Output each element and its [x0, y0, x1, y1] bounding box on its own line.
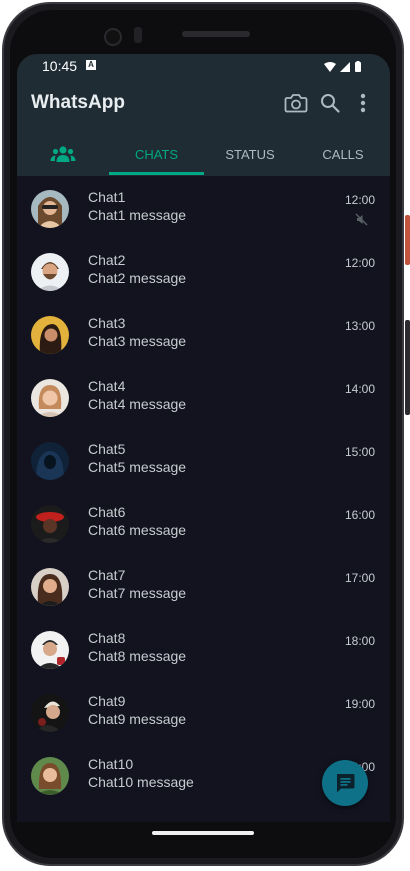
chat-row-4[interactable]: Chat4 Chat4 message 14:00: [17, 365, 390, 428]
active-tab-indicator: [109, 172, 204, 175]
chat-name: Chat5: [88, 441, 126, 457]
chat-row-6[interactable]: Chat6 Chat6 message 16:00: [17, 491, 390, 554]
earpiece-speaker: [182, 31, 250, 37]
power-button: [405, 215, 410, 265]
tab-bar: CHATS STATUS CALLS: [17, 132, 390, 176]
tab-status[interactable]: STATUS: [204, 132, 296, 176]
chat-last-message: Chat8 message: [88, 648, 187, 664]
tab-community[interactable]: [31, 132, 95, 176]
chat-time: 13:00: [344, 319, 375, 333]
chat-name: Chat10: [88, 756, 134, 772]
status-icons: [324, 60, 368, 76]
gesture-nav-bar[interactable]: [152, 831, 254, 835]
avatar: [31, 568, 69, 606]
avatar: [31, 190, 69, 228]
app-title: WhatsApp: [31, 92, 125, 113]
tab-chats[interactable]: CHATS: [109, 132, 204, 176]
avatar: [31, 316, 69, 354]
proximity-sensor: [134, 27, 142, 43]
avatar: [31, 442, 69, 480]
chat-row-9[interactable]: Chat9 Chat9 message 19:00: [17, 680, 390, 743]
avatar: [31, 253, 69, 291]
chat-name: Chat8: [88, 630, 126, 646]
search-icon[interactable]: [317, 90, 343, 116]
chat-name: Chat9: [88, 693, 126, 709]
chat-time: 16:00: [344, 508, 375, 522]
chat-last-message: Chat2 message: [88, 270, 187, 286]
status-bar: 10:45 A: [17, 54, 390, 80]
chat-last-message: Chat4 message: [88, 396, 187, 412]
chat-row-1[interactable]: Chat1 Chat1 message 12:00: [17, 176, 390, 239]
more-vert-icon[interactable]: [350, 90, 376, 116]
a-icon: A: [86, 60, 96, 70]
chat-last-message: Chat1 message: [88, 207, 187, 223]
chat-last-message: Chat6 message: [88, 522, 187, 538]
status-time: 10:45: [42, 58, 78, 74]
tab-calls[interactable]: CALLS: [302, 132, 384, 176]
chat-name: Chat2: [88, 252, 126, 268]
chat-time: 14:00: [344, 382, 375, 396]
muted-icon: [355, 213, 368, 231]
chat-last-message: Chat7 message: [88, 585, 187, 601]
avatar: [31, 694, 69, 732]
chat-time: 19:00: [344, 697, 375, 711]
chat-time: 18:00: [344, 634, 375, 648]
avatar: [31, 379, 69, 417]
app-screen: 10:45 A WhatsApp CHATS STATUS CALLS Chat…: [17, 54, 390, 822]
avatar: [31, 757, 69, 795]
new-chat-icon: [337, 774, 355, 793]
chat-name: Chat3: [88, 315, 126, 331]
community-icon: [50, 146, 76, 162]
chat-last-message: Chat9 message: [88, 711, 187, 727]
chat-last-message: Chat5 message: [88, 459, 187, 475]
avatar: [31, 505, 69, 543]
chat-name: Chat1: [88, 189, 126, 205]
app-bar: 10:45 A WhatsApp CHATS STATUS CALLS: [17, 54, 390, 176]
chat-time: 15:00: [344, 445, 375, 459]
new-chat-button[interactable]: [322, 760, 368, 806]
chat-row-7[interactable]: Chat7 Chat7 message 17:00: [17, 554, 390, 617]
chat-row-8[interactable]: Chat8 Chat8 message 18:00: [17, 617, 390, 680]
chat-row-3[interactable]: Chat3 Chat3 message 13:00: [17, 302, 390, 365]
camera-icon[interactable]: [283, 90, 309, 116]
chat-time: 17:00: [344, 571, 375, 585]
chat-row-5[interactable]: Chat5 Chat5 message 15:00: [17, 428, 390, 491]
front-camera: [104, 28, 122, 46]
chat-last-message: Chat3 message: [88, 333, 187, 349]
chat-name: Chat6: [88, 504, 126, 520]
chat-time: 12:00: [344, 193, 375, 207]
volume-button: [405, 320, 410, 415]
chat-name: Chat4: [88, 378, 126, 394]
chat-row-2[interactable]: Chat2 Chat2 message 12:00: [17, 239, 390, 302]
chat-time: 12:00: [344, 256, 375, 270]
chat-last-message: Chat10 message: [88, 774, 194, 790]
chat-name: Chat7: [88, 567, 126, 583]
wifi-signal-battery-icon: [324, 61, 361, 72]
avatar: [31, 631, 69, 669]
